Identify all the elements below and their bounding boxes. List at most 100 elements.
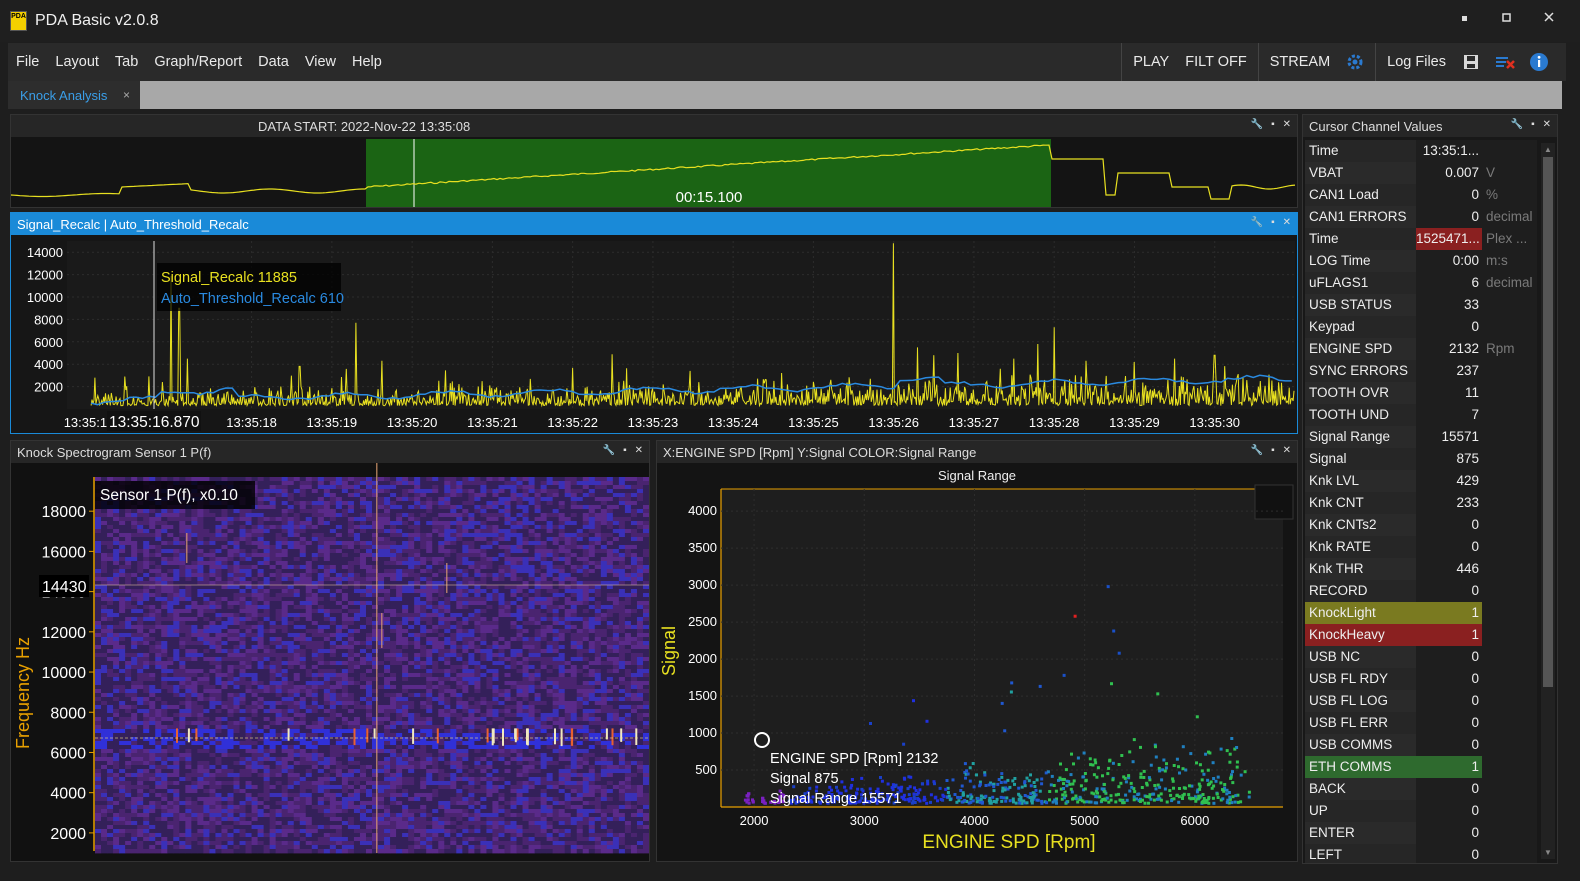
- spectrogram-cell: [480, 577, 487, 582]
- minimize-icon: [1462, 16, 1467, 21]
- spectrogram-cell: [149, 549, 156, 554]
- spectrogram-cell: [149, 665, 156, 670]
- spectrogram-cell: [143, 525, 150, 530]
- spectrogram-cell: [107, 613, 114, 618]
- spectrogram-cell: [269, 493, 277, 498]
- log-files-button[interactable]: Log Files: [1379, 54, 1454, 70]
- spectrogram-cell: [588, 481, 596, 486]
- spectrogram-cell: [480, 609, 487, 614]
- spectrogram-cell: [510, 645, 517, 650]
- info-button[interactable]: [1528, 51, 1550, 73]
- toolbar-separator: [1375, 43, 1377, 81]
- filter-toggle-button[interactable]: FILT OFF: [1177, 54, 1255, 70]
- spectrogram-cell: [167, 585, 174, 590]
- spectrogram-cell: [420, 609, 427, 614]
- spectrogram-cell: [353, 489, 361, 494]
- spectrogram-cell: [149, 681, 156, 686]
- spectrogram-cell: [444, 537, 451, 542]
- spectrogram-cell: [486, 677, 493, 682]
- spectrogram-cell: [233, 545, 240, 550]
- spectrogram-cell: [293, 577, 301, 582]
- menu-view[interactable]: View: [297, 54, 344, 70]
- spectrogram-cell: [185, 657, 192, 662]
- menu-layout[interactable]: Layout: [47, 54, 107, 70]
- app-logo-icon: PDA: [10, 11, 27, 31]
- spectrogram-cell: [143, 549, 150, 554]
- stream-button[interactable]: STREAM: [1262, 54, 1338, 70]
- spectrogram-cell: [197, 629, 204, 634]
- minimize-button[interactable]: [1444, 10, 1486, 25]
- close-button[interactable]: [1528, 10, 1570, 25]
- spectrogram-chart[interactable]: 2000400060008000100001200014000160001800…: [11, 463, 649, 861]
- spectrogram-cell: [522, 509, 529, 514]
- spectrogram-cell: [642, 617, 649, 622]
- spectrogram-cell: [492, 677, 499, 682]
- spectrogram-cell: [203, 537, 210, 542]
- spectrogram-cell: [311, 681, 319, 686]
- dock-icon[interactable]: ▪: [1271, 119, 1275, 130]
- spectrogram-cell: [642, 485, 649, 490]
- dock-icon[interactable]: ▪: [623, 445, 627, 456]
- menu-data[interactable]: Data: [250, 54, 297, 70]
- spectrogram-cell: [492, 589, 499, 594]
- spectrogram-cell: [390, 497, 397, 502]
- spectrogram-cell: [540, 553, 548, 558]
- spectrogram-cell: [522, 513, 529, 518]
- play-button[interactable]: PLAY: [1125, 54, 1177, 70]
- clear-log-button[interactable]: [1494, 51, 1516, 73]
- spectrogram-cell: [408, 477, 415, 482]
- spectrogram-cell: [335, 573, 343, 578]
- menu-tab[interactable]: Tab: [107, 54, 146, 70]
- menu-help[interactable]: Help: [344, 54, 390, 70]
- tab-close-button[interactable]: ×: [123, 88, 130, 102]
- panel-close-icon[interactable]: ✕: [1283, 119, 1291, 130]
- overview-chart[interactable]: 00:15.100: [11, 137, 1297, 207]
- pin-icon[interactable]: 🔧: [1251, 217, 1263, 228]
- spectrogram-cell: [323, 569, 331, 574]
- pin-icon[interactable]: 🔧: [1251, 119, 1263, 130]
- spectrogram-cell: [480, 485, 487, 490]
- spectrogram-cell: [155, 533, 162, 538]
- signal-chart[interactable]: 2000400060008000100001200014000 13:35:16…: [11, 235, 1297, 433]
- spectrogram-cell: [287, 633, 295, 638]
- spectrogram-cell: [420, 501, 427, 506]
- spectrogram-cell: [245, 545, 252, 550]
- spectrogram-cell: [606, 477, 614, 482]
- spectrogram-cell: [155, 681, 162, 686]
- spectrogram-cell: [293, 645, 301, 650]
- spectrogram-cell: [462, 605, 469, 610]
- spectrogram-cell: [299, 553, 307, 558]
- toolbar-separator: [1121, 43, 1123, 81]
- tab-knock-analysis[interactable]: Knock Analysis ×: [8, 81, 140, 109]
- spectrogram-cell: [414, 501, 421, 506]
- save-button[interactable]: [1460, 51, 1482, 73]
- spectrogram-cell: [498, 533, 505, 538]
- spectrogram-cell: [462, 585, 469, 590]
- menu-graph-report[interactable]: Graph/Report: [146, 54, 250, 70]
- spectrogram-cell: [420, 685, 427, 690]
- spectrogram-cell: [215, 585, 222, 590]
- spectrogram-cell: [618, 477, 626, 482]
- spectrogram-cell: [438, 501, 445, 506]
- dock-icon[interactable]: ▪: [1271, 217, 1275, 228]
- panel-close-icon[interactable]: ✕: [635, 445, 643, 456]
- maximize-button[interactable]: [1486, 10, 1528, 25]
- menu-file[interactable]: File: [8, 54, 47, 70]
- spectrogram-cell: [528, 545, 535, 550]
- spectrogram-cell: [245, 641, 252, 646]
- spectrogram-cell: [179, 605, 186, 610]
- panel-close-icon[interactable]: ✕: [1283, 217, 1291, 228]
- spectrogram-cell: [432, 665, 439, 670]
- spectrogram-cell: [209, 529, 216, 534]
- spectrogram-cell: [347, 593, 355, 598]
- spectrogram-cell: [263, 513, 271, 518]
- spectrogram-cell: [402, 537, 409, 542]
- spectrogram-cell: [504, 681, 511, 686]
- stream-settings-button[interactable]: [1344, 51, 1366, 73]
- spectrogram-cell: [191, 621, 198, 626]
- spectrogram-cell: [384, 653, 391, 658]
- spectrogram-cell: [173, 669, 180, 674]
- spectrogram-cell: [564, 493, 572, 498]
- pin-icon[interactable]: 🔧: [603, 445, 615, 456]
- spectrogram-cell: [498, 529, 505, 534]
